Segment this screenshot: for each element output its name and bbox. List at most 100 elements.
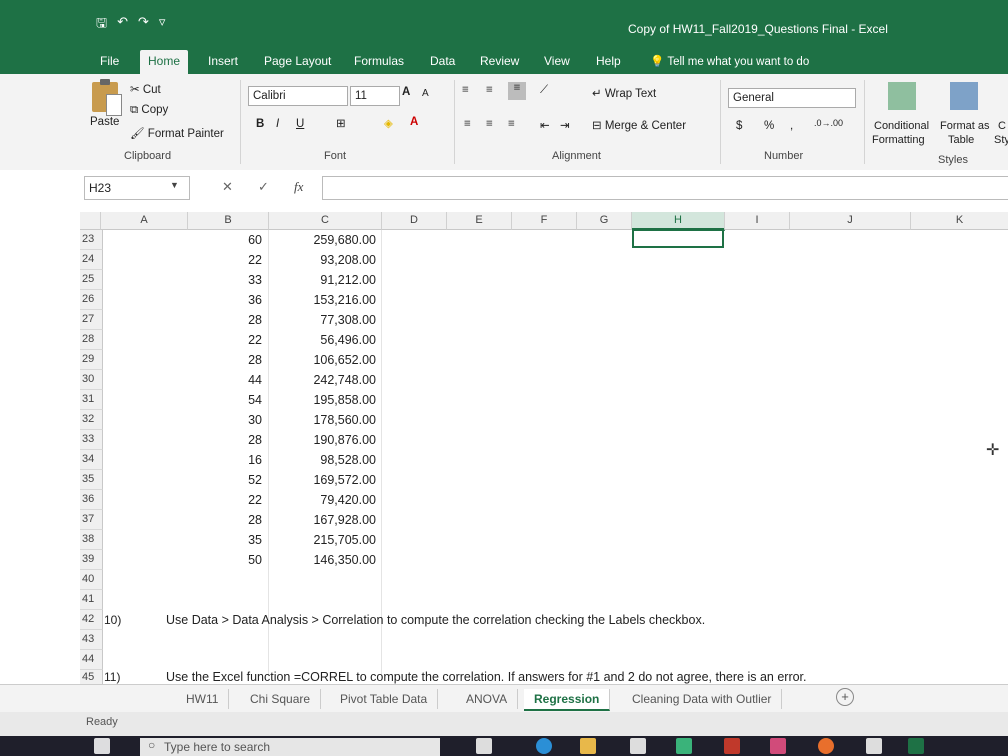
- row-header[interactable]: 23: [80, 230, 103, 250]
- select-all-corner[interactable]: [80, 212, 101, 230]
- cell-c[interactable]: 93,208.00: [280, 250, 376, 270]
- cell-b[interactable]: 28: [230, 430, 262, 450]
- increase-indent-icon[interactable]: ⇥: [560, 118, 570, 132]
- sheet-tab-regression[interactable]: Regression: [524, 689, 611, 711]
- decrease-indent-icon[interactable]: ⇤: [540, 118, 550, 132]
- cell-b[interactable]: 22: [230, 250, 262, 270]
- tab-help[interactable]: Help: [588, 50, 629, 74]
- tab-page-layout[interactable]: Page Layout: [256, 50, 339, 74]
- app-pink-icon[interactable]: [770, 738, 786, 754]
- cell-c[interactable]: 153,216.00: [280, 290, 376, 310]
- align-left-icon[interactable]: ≡: [464, 118, 471, 130]
- file-explorer-icon[interactable]: [580, 738, 596, 754]
- name-box-dropdown-icon[interactable]: ▼: [170, 180, 179, 190]
- redo-icon[interactable]: ↷: [138, 14, 149, 36]
- instruction-text[interactable]: Use the Excel function =CORREL to comput…: [166, 670, 807, 684]
- cell-styles-button-line2[interactable]: Sty: [994, 134, 1008, 146]
- column-header-c[interactable]: C: [269, 212, 382, 230]
- cell-c[interactable]: 106,652.00: [280, 350, 376, 370]
- cell-c[interactable]: 190,876.00: [280, 430, 376, 450]
- selected-cell-h23[interactable]: [632, 228, 724, 248]
- row-header[interactable]: 45: [80, 670, 103, 684]
- sheet-tab-chi-square[interactable]: Chi Square: [240, 689, 322, 709]
- merge-center-button[interactable]: ⊟ Merge & Center: [592, 118, 686, 132]
- align-center-icon[interactable]: ≡: [486, 118, 493, 130]
- row-header[interactable]: 34: [80, 450, 103, 470]
- settings-gear-icon[interactable]: [866, 738, 882, 754]
- tell-me-search[interactable]: 💡 Tell me what you want to do: [650, 54, 809, 68]
- row-header[interactable]: 38: [80, 530, 103, 550]
- cell-c[interactable]: 91,212.00: [280, 270, 376, 290]
- row-header[interactable]: 30: [80, 370, 103, 390]
- conditional-formatting-button-line2[interactable]: Formatting: [872, 134, 925, 146]
- align-bottom-icon[interactable]: ≡: [508, 82, 526, 100]
- format-painter-button[interactable]: 🖌 Format Painter: [130, 126, 224, 140]
- task-view-icon[interactable]: [476, 738, 492, 754]
- instruction-text[interactable]: Use Data > Data Analysis > Correlation t…: [166, 610, 705, 630]
- font-name-select[interactable]: Calibri: [248, 86, 348, 106]
- fill-color-icon[interactable]: ◈: [384, 116, 393, 130]
- cell-c[interactable]: 242,748.00: [280, 370, 376, 390]
- format-as-table-icon[interactable]: [950, 82, 978, 110]
- row-header[interactable]: 29: [80, 350, 103, 370]
- row-header[interactable]: 41: [80, 590, 103, 610]
- cell-b[interactable]: 22: [230, 490, 262, 510]
- align-right-icon[interactable]: ≡: [508, 118, 515, 130]
- cell-b[interactable]: 35: [230, 530, 262, 550]
- taskbar-search-input[interactable]: Type here to search: [140, 738, 440, 756]
- cell-b[interactable]: 30: [230, 410, 262, 430]
- cell-b[interactable]: 28: [230, 310, 262, 330]
- sheet-tab-anova[interactable]: ANOVA: [456, 689, 519, 709]
- wrap-text-button[interactable]: ↵ Wrap Text: [592, 86, 656, 100]
- bold-button[interactable]: B: [256, 118, 264, 130]
- row-header[interactable]: 25: [80, 270, 103, 290]
- row-header[interactable]: 27: [80, 310, 103, 330]
- row-header[interactable]: 42: [80, 610, 103, 630]
- question-number[interactable]: 10): [104, 610, 121, 630]
- enter-checkmark-icon[interactable]: ✓: [258, 179, 269, 195]
- italic-button[interactable]: I: [276, 118, 279, 130]
- cell-c[interactable]: 195,858.00: [280, 390, 376, 410]
- format-as-table-button-line2[interactable]: Table: [948, 134, 974, 146]
- tab-insert[interactable]: Insert: [200, 50, 246, 74]
- conditional-formatting-button[interactable]: Conditional: [874, 120, 929, 132]
- cell-b[interactable]: 52: [230, 470, 262, 490]
- underline-button[interactable]: U: [296, 118, 304, 130]
- row-header[interactable]: 36: [80, 490, 103, 510]
- formula-input[interactable]: [322, 176, 1008, 200]
- excel-app-icon[interactable]: [908, 738, 924, 754]
- question-number[interactable]: 11): [104, 670, 120, 684]
- cell-b[interactable]: 22: [230, 330, 262, 350]
- row-header[interactable]: 35: [80, 470, 103, 490]
- percent-button[interactable]: %: [764, 120, 774, 132]
- cell-c[interactable]: 56,496.00: [280, 330, 376, 350]
- row-header[interactable]: 26: [80, 290, 103, 310]
- windows-start-icon[interactable]: [94, 738, 110, 754]
- cell-b[interactable]: 16: [230, 450, 262, 470]
- customize-qat-icon[interactable]: ▿: [159, 14, 166, 36]
- number-format-select[interactable]: General: [728, 88, 856, 108]
- column-header-i[interactable]: I: [725, 212, 790, 230]
- comma-button[interactable]: ,: [790, 120, 793, 132]
- row-header[interactable]: 28: [80, 330, 103, 350]
- row-header[interactable]: 37: [80, 510, 103, 530]
- save-icon[interactable]: 🖫: [96, 14, 107, 36]
- cell-c[interactable]: 169,572.00: [280, 470, 376, 490]
- cell-c[interactable]: 98,528.00: [280, 450, 376, 470]
- cell-b[interactable]: 54: [230, 390, 262, 410]
- cell-b[interactable]: 33: [230, 270, 262, 290]
- firefox-icon[interactable]: [818, 738, 834, 754]
- row-header[interactable]: 31: [80, 390, 103, 410]
- app-red-icon[interactable]: [724, 738, 740, 754]
- column-header-b[interactable]: B: [188, 212, 269, 230]
- font-color-icon[interactable]: A: [410, 116, 418, 128]
- cell-b[interactable]: 60: [230, 230, 262, 250]
- format-as-table-button[interactable]: Format as: [940, 120, 990, 132]
- cell-b[interactable]: 44: [230, 370, 262, 390]
- column-header-g[interactable]: G: [577, 212, 632, 230]
- align-middle-icon[interactable]: ≡: [486, 84, 493, 96]
- cell-c[interactable]: 215,705.00: [280, 530, 376, 550]
- grow-font-button[interactable]: A: [402, 86, 410, 98]
- cell-c[interactable]: 79,420.00: [280, 490, 376, 510]
- cell-styles-button[interactable]: C: [998, 120, 1006, 132]
